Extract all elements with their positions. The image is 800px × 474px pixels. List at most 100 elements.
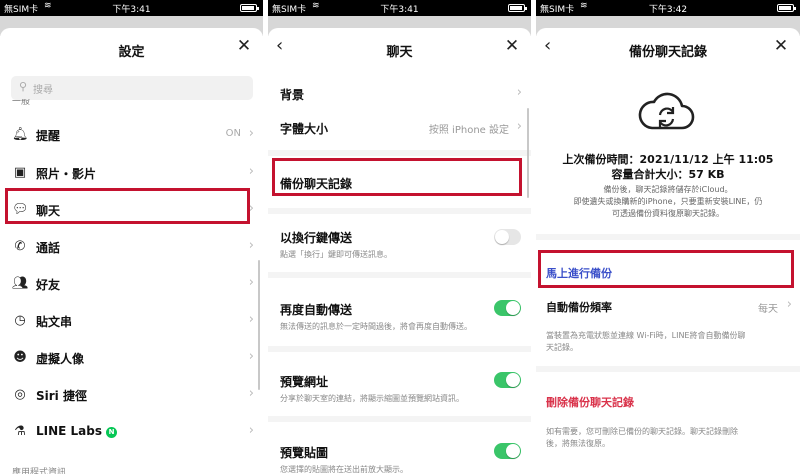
row-auto-resend: 再度自動傳送 無法傳送的訊息於一定時間過後，將會再度自動傳送。 <box>268 301 531 341</box>
chevron-right-icon: › <box>248 386 254 401</box>
flask-icon: ⚗ <box>14 424 26 439</box>
clock-label: 下午3:41 <box>112 5 151 15</box>
new-badge: N <box>106 427 118 438</box>
menu-item-label: Siri 捷徑 <box>36 389 87 403</box>
battery-icon <box>508 4 527 12</box>
row-label: 背景 <box>280 88 305 102</box>
battery-icon <box>240 4 259 12</box>
clock-label: 下午3:41 <box>380 5 419 15</box>
status-bar: 無SIM卡 ≋ 下午3:41 <box>0 0 263 16</box>
chat-backup-screen: 無SIM卡 ≋ 下午3:42 ‹ 備份聊天記錄 ✕ 上次備份時間：2021/11… <box>536 0 800 474</box>
menu-item-label: 提醒 <box>36 129 61 143</box>
menu-item-photos[interactable]: ▣ 照片・影片 › <box>0 155 263 192</box>
chevron-right-icon: › <box>248 126 254 141</box>
preview-sticker-toggle[interactable] <box>494 443 521 459</box>
close-icon[interactable]: ✕ <box>503 37 521 55</box>
section-divider <box>268 150 531 156</box>
toggle-knob <box>506 373 520 387</box>
row-font-size[interactable]: 字體大小 按照 iPhone 設定 › <box>268 119 531 140</box>
row-label: 預覽貼圖 <box>280 446 329 460</box>
note-line: 當裝置為充電狀態並連線 Wi-Fi時，LINE將會自動備份聊 <box>546 331 746 340</box>
settings-screen: 無SIM卡 ≋ 下午3:41 設定 ✕ ⚲ 搜尋 一般 🔔︎ 提醒 ON › ▣… <box>0 0 263 474</box>
backup-size: 容量合計大小：57 KB <box>611 168 725 181</box>
menu-item-line-labs[interactable]: ⚗ LINE Labs N › <box>0 414 263 451</box>
info-line: 備份後，聊天記錄將儲存於iCloud。 <box>603 185 733 194</box>
row-enter-send: 以換行鍵傳送 點選「換行」鍵即可傳送訊息。 <box>268 229 531 269</box>
menu-item-label: LINE Labs N <box>36 424 118 438</box>
row-description: 分享於聊天室的連結，將顯示縮圖並預覽網站資訊。 <box>280 394 464 403</box>
row-value: 每天 <box>758 304 778 315</box>
row-background[interactable]: 背景 › <box>268 85 531 106</box>
menu-item-label: 虛擬人像 <box>36 352 85 366</box>
note-line: 後，將無法復原。 <box>546 439 610 448</box>
auto-resend-toggle[interactable] <box>494 300 521 316</box>
bell-icon: 🔔︎ <box>12 127 29 142</box>
menu-item-siri[interactable]: ◎ Siri 捷徑 › <box>0 377 263 414</box>
menu-item-value: ON <box>225 128 241 139</box>
status-bar: 無SIM卡 ≋ 下午3:42 <box>536 0 800 16</box>
menu-item-label: 好友 <box>36 278 61 292</box>
search-icon: ⚲ <box>19 80 28 93</box>
chevron-right-icon: › <box>248 238 254 253</box>
section-divider <box>268 416 531 422</box>
menu-item-notifications[interactable]: 🔔︎ 提醒 ON › <box>0 117 263 154</box>
section-divider <box>268 272 531 278</box>
chevron-right-icon: › <box>516 119 522 134</box>
page-title: 聊天 <box>386 45 413 60</box>
chevron-right-icon: › <box>516 85 522 100</box>
menu-item-label: 貼文串 <box>36 315 73 329</box>
scrollbar[interactable] <box>527 108 529 198</box>
menu-item-label: 照片・影片 <box>36 167 97 181</box>
chevron-right-icon: › <box>248 312 254 327</box>
close-icon[interactable]: ✕ <box>772 37 790 55</box>
menu-item-calls[interactable]: ✆ 通話 › <box>0 229 263 266</box>
close-icon[interactable]: ✕ <box>235 37 253 55</box>
preview-url-toggle[interactable] <box>494 372 521 388</box>
row-label: 字體大小 <box>280 122 329 136</box>
info-line: 可透過備份資料復原聊天記錄。 <box>612 209 724 218</box>
page-title: 設定 <box>118 45 145 60</box>
chevron-right-icon: › <box>248 164 254 179</box>
chevron-right-icon: › <box>248 275 254 290</box>
row-label: 以換行鍵傳送 <box>280 231 353 245</box>
row-label: 預覽網址 <box>280 375 329 389</box>
avatar-icon: ☻ <box>13 350 27 365</box>
note-line: 如有需要，您可刪除已備份的聊天記錄。聊天記錄刪除 <box>546 427 738 436</box>
page-title: 備份聊天記錄 <box>628 45 707 60</box>
row-description: 無法傳送的訊息於一定時間過後，將會再度自動傳送。 <box>280 322 472 331</box>
enter-send-toggle[interactable] <box>494 229 521 245</box>
last-backup-time: 上次備份時間：2021/11/12 上午 11:05 <box>562 153 774 166</box>
toggle-knob <box>506 301 520 315</box>
row-preview-sticker: 預覽貼圖 您選擇的貼圖將在送出前放大顯示。 <box>268 444 531 474</box>
chevron-right-icon: › <box>786 297 792 312</box>
photo-icon: ▣ <box>13 165 27 180</box>
chevron-right-icon: › <box>248 423 254 438</box>
phone-icon: ✆ <box>14 239 26 254</box>
section-label: 一般 <box>12 99 31 107</box>
toggle-knob <box>495 230 509 244</box>
menu-item-timeline[interactable]: ◷ 貼文串 › <box>0 303 263 340</box>
row-description: 點選「換行」鍵即可傳送訊息。 <box>280 250 392 259</box>
menu-item-label-text: LINE Labs <box>36 424 103 438</box>
row-preview-url: 預覽網址 分享於聊天室的連結，將顯示縮圖並預覽網站資訊。 <box>268 373 531 413</box>
row-value: 按照 iPhone 設定 <box>428 125 509 136</box>
backup-info: 備份後，聊天記錄將儲存於iCloud。 即使遺失或換購新的iPhone，只要重新… <box>536 184 800 220</box>
section-divider <box>536 234 800 240</box>
delete-backup-button[interactable]: 刪除備份聊天記錄 <box>546 394 634 410</box>
chat-settings-screen: 無SIM卡 ≋ 下午3:41 ‹ 聊天 ✕ 背景 › 字體大小 按照 iPhon… <box>268 0 531 474</box>
scrollbar[interactable] <box>258 260 260 390</box>
clock-icon: ◷ <box>14 313 26 328</box>
clock-label: 下午3:42 <box>648 5 688 15</box>
search-input[interactable]: ⚲ 搜尋 <box>11 76 253 100</box>
settings-sheet: 設定 ✕ ⚲ 搜尋 一般 🔔︎ 提醒 ON › ▣ 照片・影片 › 💬︎ 聊天 … <box>0 28 263 474</box>
frequency-note: 當裝置為充電狀態並連線 Wi-Fi時，LINE將會自動備份聊 天記錄。 <box>546 330 788 354</box>
menu-item-avatar[interactable]: ☻ 虛擬人像 › <box>0 340 263 377</box>
row-label: 自動備份頻率 <box>546 301 612 314</box>
battery-icon <box>777 4 796 12</box>
info-line: 即使遺失或換購新的iPhone，只要重新安裝LINE，仍 <box>573 197 763 206</box>
menu-item-friends[interactable]: 👥︎ 好友 › <box>0 266 263 303</box>
row-label: 再度自動傳送 <box>280 303 353 317</box>
menu-item-label: 通話 <box>36 241 61 255</box>
friends-icon: 👥︎ <box>12 276 29 291</box>
section-divider <box>268 208 531 214</box>
